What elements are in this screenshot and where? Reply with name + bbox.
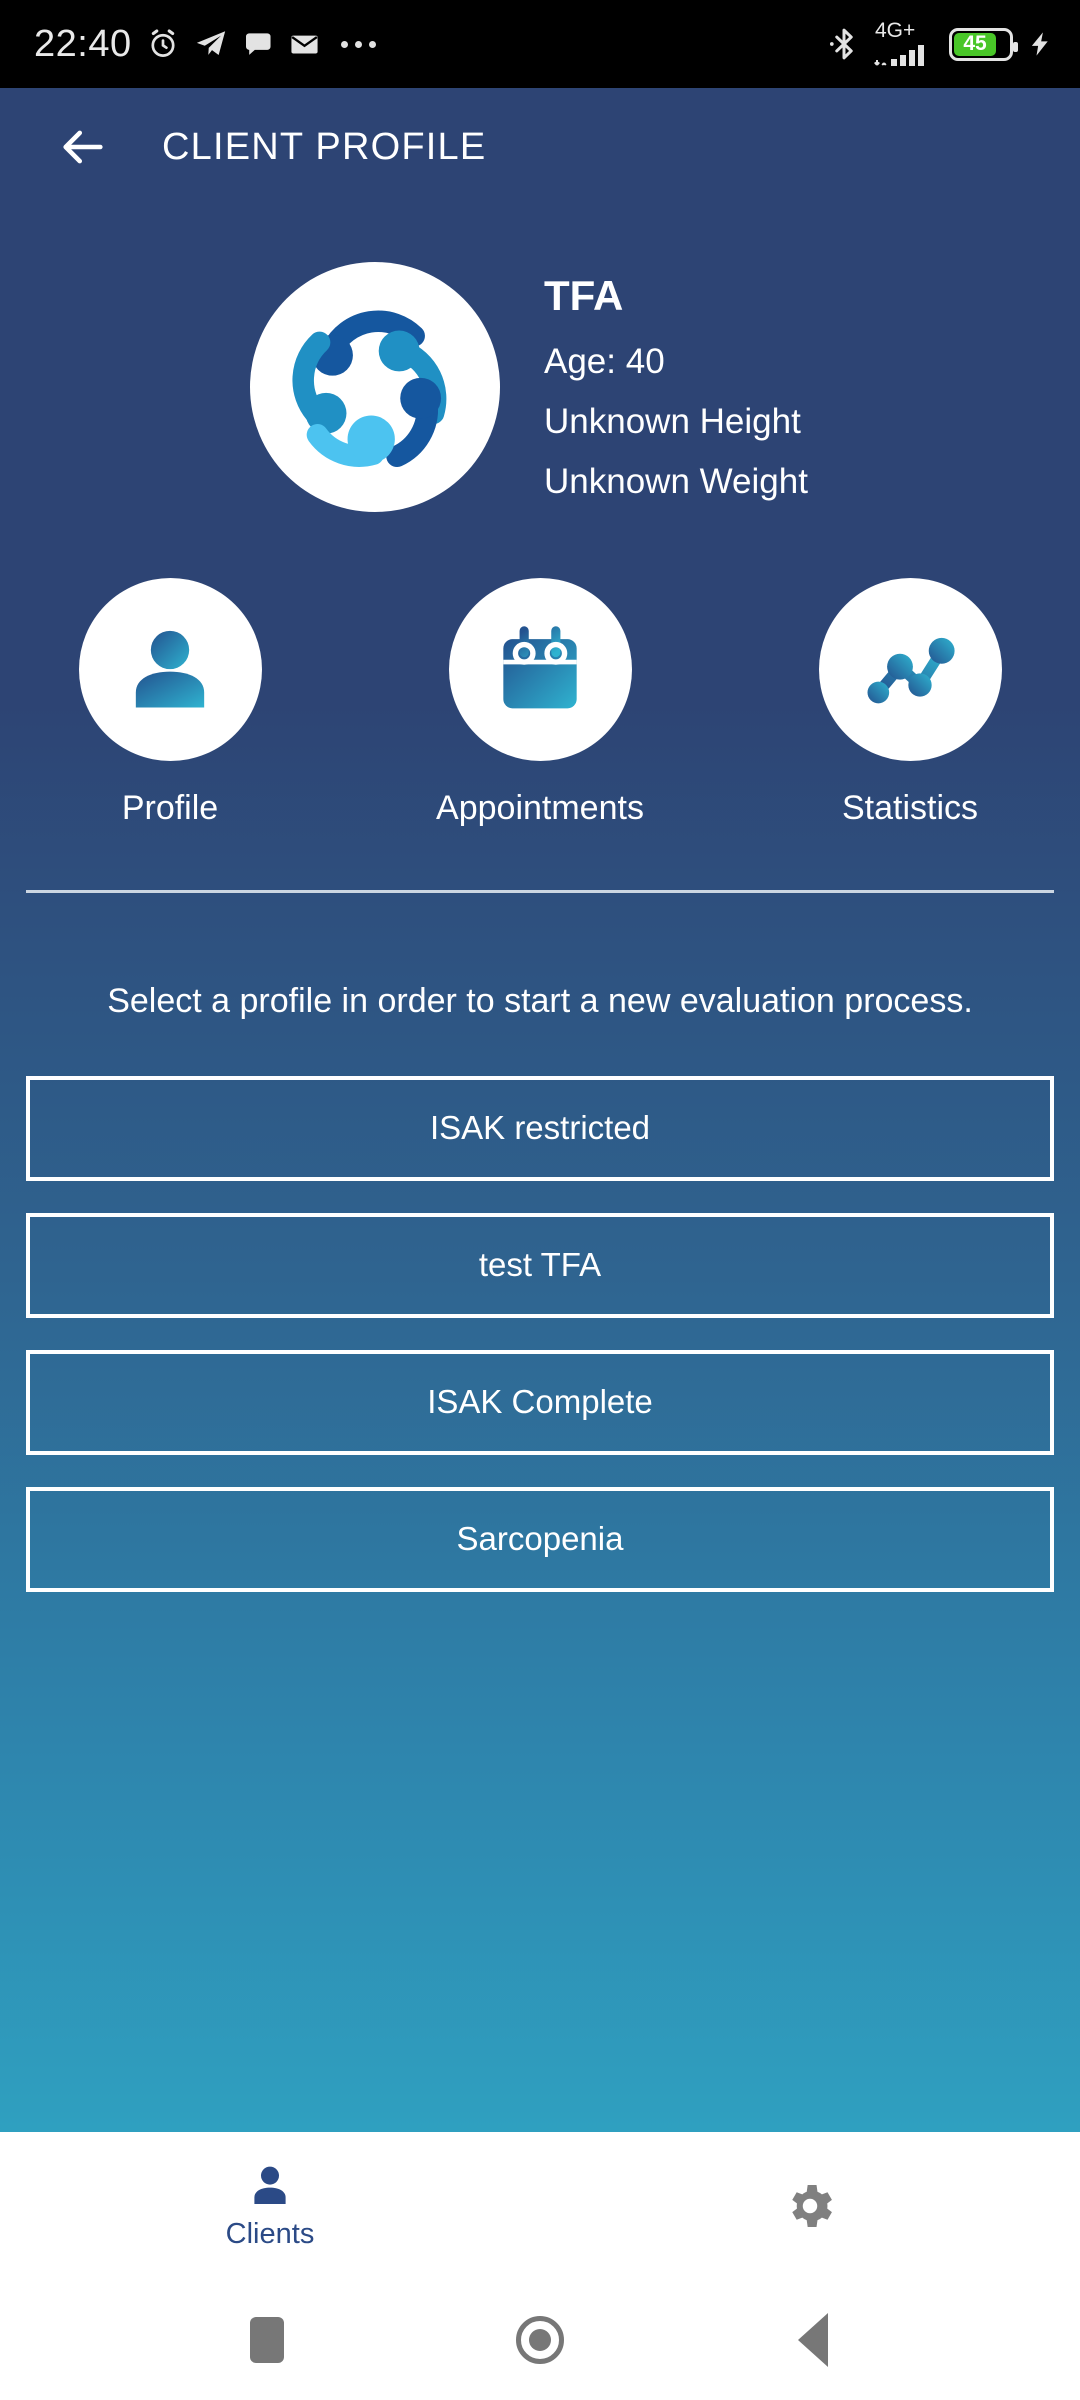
phone-screen: 22:40 4G+ 45 CLIENT PROFILE TFA Age: 40 … xyxy=(0,0,1080,2400)
status-bar-right: 4G+ 45 xyxy=(827,20,1054,68)
arrow-left-icon xyxy=(63,130,103,164)
client-details: TFA Age: 40 Unknown Height Unknown Weigh… xyxy=(544,272,808,502)
page-title: CLIENT PROFILE xyxy=(162,125,487,168)
client-age: Age: 40 xyxy=(544,342,665,381)
battery-icon: 45 xyxy=(949,27,1018,61)
evaluation-button-test-tfa[interactable]: test TFA xyxy=(26,1212,1054,1318)
network-pinwheel-logo xyxy=(292,309,446,467)
evaluation-prompt: Select a profile in order to start a new… xyxy=(107,982,973,1020)
android-nav-bar xyxy=(0,2280,1080,2400)
chat-bubble-icon xyxy=(245,33,271,55)
avatar xyxy=(250,262,500,512)
status-bar-left: 22:40 xyxy=(34,23,376,66)
line-chart-icon xyxy=(867,637,955,703)
tab-label-clients: Clients xyxy=(225,2217,315,2250)
evaluation-button-isak-restricted[interactable]: ISAK restricted xyxy=(26,1075,1054,1181)
evaluation-profile-list: ISAK restricted test TFA ISAK Complete S… xyxy=(0,1075,1080,1592)
envelope-icon xyxy=(291,35,318,53)
recents-square-icon xyxy=(249,2317,284,2363)
client-weight: Unknown Weight xyxy=(544,462,808,501)
appointments-icon-circle xyxy=(448,578,632,761)
evaluation-button-label: Sarcopenia xyxy=(456,1520,624,1558)
client-profile-header: TFA Age: 40 Unknown Height Unknown Weigh… xyxy=(0,206,1080,512)
evaluation-button-isak-complete[interactable]: ISAK Complete xyxy=(26,1349,1054,1455)
evaluation-button-label: test TFA xyxy=(478,1246,602,1284)
recents-button[interactable] xyxy=(222,2295,312,2385)
quick-action-label: Appointments xyxy=(436,789,644,827)
quick-actions: Profile Appointments Statistics xyxy=(0,578,1080,828)
quick-action-appointments[interactable]: Appointments xyxy=(402,578,678,828)
quick-action-statistics[interactable]: Statistics xyxy=(772,578,1048,828)
status-bar-clock: 22:40 xyxy=(34,22,132,65)
tab-clients[interactable]: Clients xyxy=(0,2132,540,2280)
client-height: Unknown Height xyxy=(544,402,801,441)
client-name: TFA xyxy=(544,272,624,319)
person-icon xyxy=(254,2166,286,2204)
profile-icon-circle xyxy=(78,578,262,761)
battery-level-label: 45 xyxy=(954,32,997,56)
charging-bolt-icon xyxy=(1031,32,1048,56)
bottom-tab-bar: Clients xyxy=(0,2132,1080,2280)
evaluation-button-label: ISAK restricted xyxy=(429,1109,651,1147)
quick-action-profile[interactable]: Profile xyxy=(32,578,308,828)
alarm-clock-icon xyxy=(151,29,175,57)
bluetooth-icon xyxy=(829,28,853,60)
calendar-icon xyxy=(503,625,577,708)
evaluation-button-sarcopenia[interactable]: Sarcopenia xyxy=(26,1486,1054,1592)
statistics-icon-circle xyxy=(818,578,1002,761)
telegram-icon xyxy=(196,31,225,56)
status-bar: 22:40 4G+ 45 xyxy=(0,0,1080,88)
home-circle-icon xyxy=(515,2316,564,2364)
home-button[interactable] xyxy=(495,2295,585,2385)
back-triangle-icon xyxy=(798,2313,829,2367)
quick-action-label: Profile xyxy=(121,789,219,827)
app-bar: CLIENT PROFILE xyxy=(0,88,1080,206)
overflow-dots-icon xyxy=(340,40,376,48)
back-button-nav[interactable] xyxy=(768,2295,858,2385)
signal-bars-icon xyxy=(874,45,924,66)
quick-action-label: Statistics xyxy=(841,789,979,827)
evaluation-button-label: ISAK Complete xyxy=(427,1383,653,1421)
person-icon xyxy=(135,630,205,707)
back-button[interactable] xyxy=(52,116,114,178)
app-content: CLIENT PROFILE TFA Age: 40 Unknown Heigh… xyxy=(0,88,1080,2132)
section-divider xyxy=(26,890,1054,893)
tab-settings[interactable] xyxy=(540,2132,1080,2280)
gear-icon xyxy=(792,2185,832,2227)
network-indicator: 4G+ xyxy=(874,20,936,68)
